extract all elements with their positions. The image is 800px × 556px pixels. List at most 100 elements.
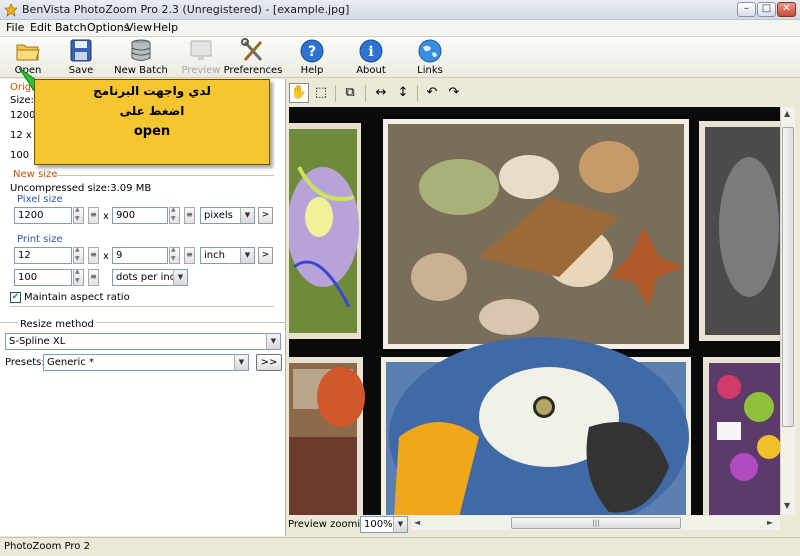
svg-text:i: i	[368, 44, 373, 60]
chevron-down-icon: ▼	[240, 248, 254, 263]
rotate-left-icon[interactable]: ↶	[422, 83, 442, 103]
minimize-button[interactable]: –	[737, 2, 756, 17]
question-icon: ?	[300, 39, 324, 63]
rotate-right-icon[interactable]: ↷	[444, 83, 464, 103]
new-batch-label: New Batch	[114, 65, 168, 76]
monitor-icon	[190, 40, 212, 60]
presets-more-button[interactable]: >>	[256, 354, 282, 371]
chevron-down-icon: ▼	[234, 355, 248, 370]
resolution-unit-select[interactable]: dots per inch ▼	[112, 269, 188, 286]
horizontal-scrollbar[interactable]: ◄ ||| ►	[411, 516, 780, 530]
menu-batch[interactable]: Batch	[55, 21, 87, 34]
globe-icon	[418, 39, 442, 63]
image-preview[interactable]	[289, 107, 780, 515]
marquee-select-icon[interactable]: ⬚	[311, 83, 331, 103]
pixel-width-spinner[interactable]	[73, 206, 84, 224]
toolbar-divider	[417, 85, 418, 102]
new-batch-button[interactable]: New Batch	[110, 38, 172, 77]
info-icon: i	[359, 39, 383, 63]
callout-line1: لدي واجهت البرنامج	[93, 84, 211, 98]
horizontal-scroll-thumb[interactable]: |||	[511, 517, 681, 529]
database-icon	[131, 39, 151, 61]
save-label: Save	[68, 65, 94, 76]
menu-help[interactable]: Help	[153, 21, 178, 34]
vertical-scrollbar[interactable]: ▲ ▼	[780, 107, 795, 515]
original-row1: 1200	[10, 110, 36, 121]
preferences-button[interactable]: Preferences	[222, 38, 284, 77]
print-size-label: Print size	[17, 234, 63, 245]
resolution-spinner[interactable]	[73, 268, 84, 286]
pixel-size-arrow-button[interactable]: >	[258, 207, 273, 224]
maintain-aspect-checkbox[interactable]: ✔	[10, 292, 21, 303]
preview-toolbar: ✋ ⬚ ⧉ ↔ ↕ ↶ ↷	[287, 83, 800, 105]
pixel-height-spinner[interactable]	[169, 206, 180, 224]
maximize-button[interactable]: □	[757, 2, 776, 17]
resize-method-select[interactable]: S-Spline XL ▼	[5, 333, 281, 350]
hand-tool-icon[interactable]: ✋	[289, 83, 309, 103]
fit-width-icon[interactable]: ↔	[371, 83, 391, 103]
preview-image	[289, 119, 780, 515]
resolution-menu-button[interactable]: ≡	[88, 269, 99, 286]
preview-zoom-select[interactable]: 100% ▼	[360, 516, 408, 533]
pixel-size-label: Pixel size	[17, 194, 63, 205]
menu-view[interactable]: View	[126, 21, 152, 34]
chevron-down-icon: ▼	[266, 334, 280, 349]
window-title: BenVista PhotoZoom Pro 2.3 (Unregistered…	[22, 3, 350, 16]
new-size-separator	[52, 175, 274, 176]
callout-line2: اضغط على	[119, 104, 185, 118]
print-width-menu-button[interactable]: ≡	[88, 247, 99, 264]
preview-zoom-value: 100%	[364, 519, 393, 530]
pixel-height-menu-button[interactable]: ≡	[184, 207, 195, 224]
app-icon	[4, 3, 18, 17]
menu-bar: File Edit Batch Options View Help	[0, 20, 800, 37]
scroll-left-icon[interactable]: ◄	[414, 518, 420, 527]
status-bar: PhotoZoom Pro 2	[0, 537, 800, 556]
menu-edit[interactable]: Edit	[30, 21, 51, 34]
scroll-right-icon[interactable]: ►	[767, 518, 773, 527]
presets-select[interactable]: Generic * ▼	[43, 354, 249, 371]
about-button[interactable]: i About	[340, 38, 402, 77]
print-height-spinner[interactable]	[169, 246, 180, 264]
resolution-input[interactable]: 100	[14, 269, 72, 286]
help-button[interactable]: ? Help	[281, 38, 343, 77]
pixel-times-label: x	[103, 211, 109, 222]
print-height-input[interactable]: 9	[112, 247, 168, 264]
new-size-bottom-separator	[10, 306, 274, 307]
maintain-aspect-label: Maintain aspect ratio	[24, 292, 130, 303]
resize-method-label: Resize method	[18, 319, 96, 330]
print-unit-select[interactable]: inch ▼	[200, 247, 255, 264]
presets-value: Generic *	[47, 357, 94, 368]
resolution-unit-value: dots per inch	[116, 272, 182, 283]
links-button[interactable]: Links	[399, 38, 461, 77]
print-height-menu-button[interactable]: ≡	[184, 247, 195, 264]
uncompressed-size: Uncompressed size:3.09 MB	[10, 183, 152, 194]
print-times-label: x	[103, 251, 109, 262]
crop-icon[interactable]: ⧉	[340, 83, 360, 103]
instruction-callout: لدي واجهت البرنامج اضغط على open	[34, 79, 270, 165]
pixel-width-input[interactable]: 1200	[14, 207, 72, 224]
status-text: PhotoZoom Pro 2	[4, 541, 90, 552]
new-size-group-label: New size	[13, 169, 58, 180]
chevron-down-icon: ▼	[240, 208, 254, 223]
scroll-up-icon[interactable]: ▲	[784, 109, 790, 118]
presets-label: Presets:	[5, 357, 45, 368]
toolbar-divider	[365, 85, 366, 102]
chevron-down-icon: ▼	[393, 517, 407, 532]
pixel-width-menu-button[interactable]: ≡	[88, 207, 99, 224]
print-width-input[interactable]: 12	[14, 247, 72, 264]
save-button[interactable]: Save	[50, 38, 112, 77]
links-label: Links	[417, 65, 443, 76]
preferences-label: Preferences	[223, 65, 283, 76]
pixel-height-input[interactable]: 900	[112, 207, 168, 224]
chevron-down-icon: ▼	[173, 270, 187, 285]
close-button[interactable]: ✕	[777, 2, 796, 17]
scroll-down-icon[interactable]: ▼	[784, 501, 790, 510]
vertical-scroll-thumb[interactable]	[782, 127, 794, 427]
print-width-spinner[interactable]	[73, 246, 84, 264]
fit-height-icon[interactable]: ↕	[393, 83, 413, 103]
menu-options[interactable]: Options	[87, 21, 129, 34]
pixel-unit-select[interactable]: pixels ▼	[200, 207, 255, 224]
menu-file[interactable]: File	[6, 21, 24, 34]
print-size-arrow-button[interactable]: >	[258, 247, 273, 264]
resize-method-value: S-Spline XL	[9, 336, 66, 347]
